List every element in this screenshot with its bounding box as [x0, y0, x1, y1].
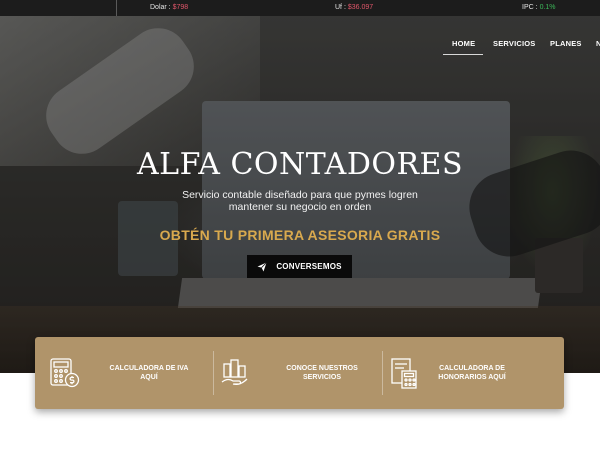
features-bar: CALCULADORA DE IVA AQUÍ CONOCE NUESTROS … — [35, 337, 564, 409]
ticker-dolar-value: $798 — [172, 4, 189, 11]
hero-cta-text: OBTÉN TU PRIMERA ASESORIA GRATIS — [159, 227, 441, 243]
feature-calculadora-iva[interactable]: CALCULADORA DE IVA AQUÍ — [49, 337, 195, 409]
document-calculator-icon — [390, 357, 418, 389]
ticker-ipc-value: 0.1% — [539, 4, 556, 11]
buildings-hand-icon — [220, 358, 250, 388]
ticker-ipc-label: IPC : — [522, 4, 538, 11]
feature-divider — [382, 351, 383, 395]
feature-calculadora-iva-label: CALCULADORA DE IVA AQUÍ — [109, 365, 189, 381]
calculator-dollar-icon — [49, 357, 81, 389]
nav-next-item[interactable]: N — [596, 39, 600, 48]
ticker-dolar: Dolar : $798 — [150, 4, 188, 11]
nav-planes[interactable]: PLANES — [550, 39, 582, 48]
conversemos-button-label: CONVERSEMOS — [276, 262, 342, 271]
nav-servicios[interactable]: SERVICIOS — [493, 39, 536, 48]
ticker-dolar-label: Dolar : — [150, 4, 171, 11]
feature-servicios-label: CONOCE NUESTROS SERVICIOS — [286, 365, 358, 381]
feature-divider — [213, 351, 214, 395]
ticker-ipc: IPC :0.1% — [522, 4, 556, 11]
nav-home[interactable]: HOME — [452, 39, 475, 48]
feature-servicios[interactable]: CONOCE NUESTROS SERVICIOS — [220, 337, 368, 409]
hero-subtitle: Servicio contable diseñado para que pyme… — [182, 189, 418, 213]
feature-calculadora-honorarios-label: CALCULADORA DE HONORARIOS AQUÍ — [438, 365, 506, 381]
hero-section: HOME SERVICIOS PLANES N ALFA CONTADORES … — [0, 16, 600, 373]
paper-plane-icon — [257, 261, 268, 272]
indicators-ticker: Dolar : $798 Uf : $36.097 IPC :0.1% — [0, 0, 600, 16]
conversemos-button[interactable]: CONVERSEMOS — [247, 255, 352, 278]
nav-active-indicator — [443, 54, 483, 55]
ticker-uf-value: $36.097 — [347, 4, 374, 11]
main-nav: HOME SERVICIOS PLANES N — [0, 39, 600, 59]
ticker-divider — [116, 0, 117, 16]
ticker-uf-label: Uf : — [335, 4, 346, 11]
hero-title: ALFA CONTADORES — [136, 147, 463, 182]
ticker-uf: Uf : $36.097 — [335, 4, 373, 11]
feature-calculadora-honorarios[interactable]: CALCULADORA DE HONORARIOS AQUÍ — [390, 337, 518, 409]
